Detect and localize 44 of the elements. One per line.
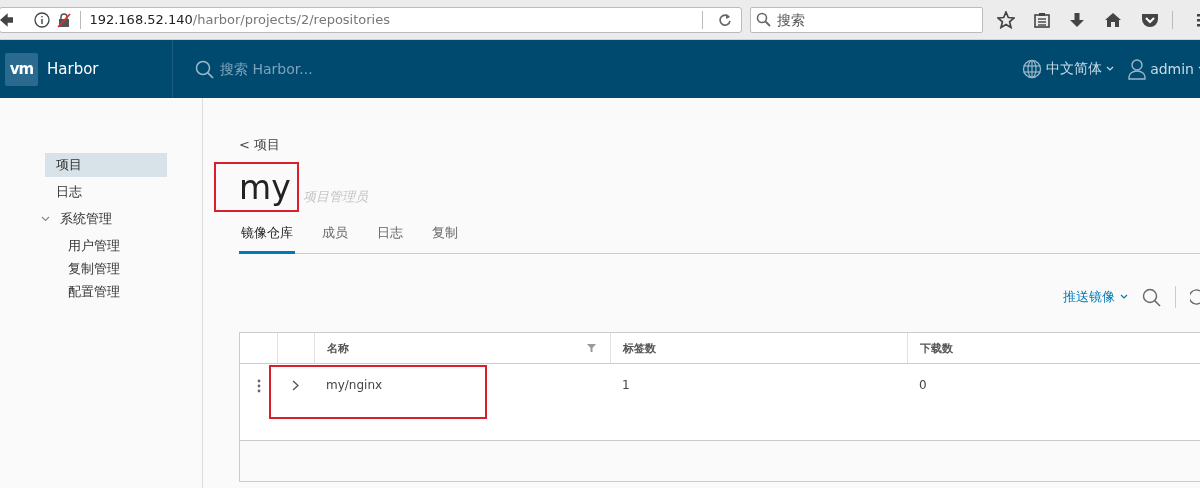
column-header: 标签数: [623, 340, 656, 356]
chevron-right-icon[interactable]: [292, 380, 299, 391]
tab[interactable]: 日志: [375, 224, 405, 254]
sidebar-item[interactable]: 日志: [45, 180, 167, 204]
menu-icon[interactable]: [1194, 11, 1200, 28]
sidebar-item[interactable]: 系统管理: [36, 207, 167, 231]
pocket-icon[interactable]: [1141, 11, 1159, 28]
download-icon[interactable]: [1069, 11, 1085, 28]
language-menu[interactable]: 中文简体: [1022, 59, 1115, 79]
brand-name: Harbor: [47, 60, 100, 78]
chevron-down-icon[interactable]: [41, 216, 50, 222]
logo[interactable]: vm: [5, 52, 38, 86]
table-cell: my/nginx: [326, 378, 383, 392]
column-header: 名称: [327, 340, 349, 356]
star-icon[interactable]: [997, 10, 1015, 29]
address-bar[interactable]: 192.168.52.140/harbor/projects/2/repositories: [0, 6, 742, 33]
table-cell: 1: [622, 378, 630, 392]
column-header: 下载数: [920, 340, 953, 356]
filter-icon[interactable]: [587, 344, 596, 352]
push-image-button[interactable]: 推送镜像: [1063, 288, 1128, 306]
chevron-down-icon: [1120, 294, 1128, 300]
sidebar-item[interactable]: 配置管理: [57, 280, 167, 303]
refresh-icon[interactable]: [1190, 288, 1200, 306]
url-text: 192.168.52.140/harbor/projects/2/repositories: [89, 12, 390, 27]
search-icon: [195, 59, 214, 79]
sidebar-item[interactable]: 用户管理: [57, 234, 167, 257]
sidebar-item[interactable]: 复制管理: [57, 257, 167, 280]
project-name: my: [239, 168, 291, 208]
global-search-field[interactable]: 搜索 Harbor...: [220, 61, 420, 77]
back-link[interactable]: < 项目: [239, 136, 281, 154]
tab[interactable]: 镜像仓库: [239, 224, 295, 254]
sidebar-item[interactable]: 项目: [45, 153, 167, 177]
reload-icon[interactable]: [717, 11, 733, 28]
user-menu[interactable]: admin: [1128, 58, 1200, 80]
more-vertical-icon[interactable]: [257, 379, 261, 393]
browser-search-field[interactable]: 搜索: [750, 6, 983, 33]
home-icon[interactable]: [1104, 11, 1122, 28]
insecure-lock-icon[interactable]: [56, 11, 73, 28]
search-icon[interactable]: [1142, 287, 1161, 307]
table-cell: 0: [919, 378, 927, 392]
info-icon[interactable]: [34, 11, 51, 28]
reader-icon[interactable]: [1034, 11, 1050, 28]
tab[interactable]: 成员: [320, 224, 350, 254]
tab[interactable]: 复制: [430, 224, 460, 254]
